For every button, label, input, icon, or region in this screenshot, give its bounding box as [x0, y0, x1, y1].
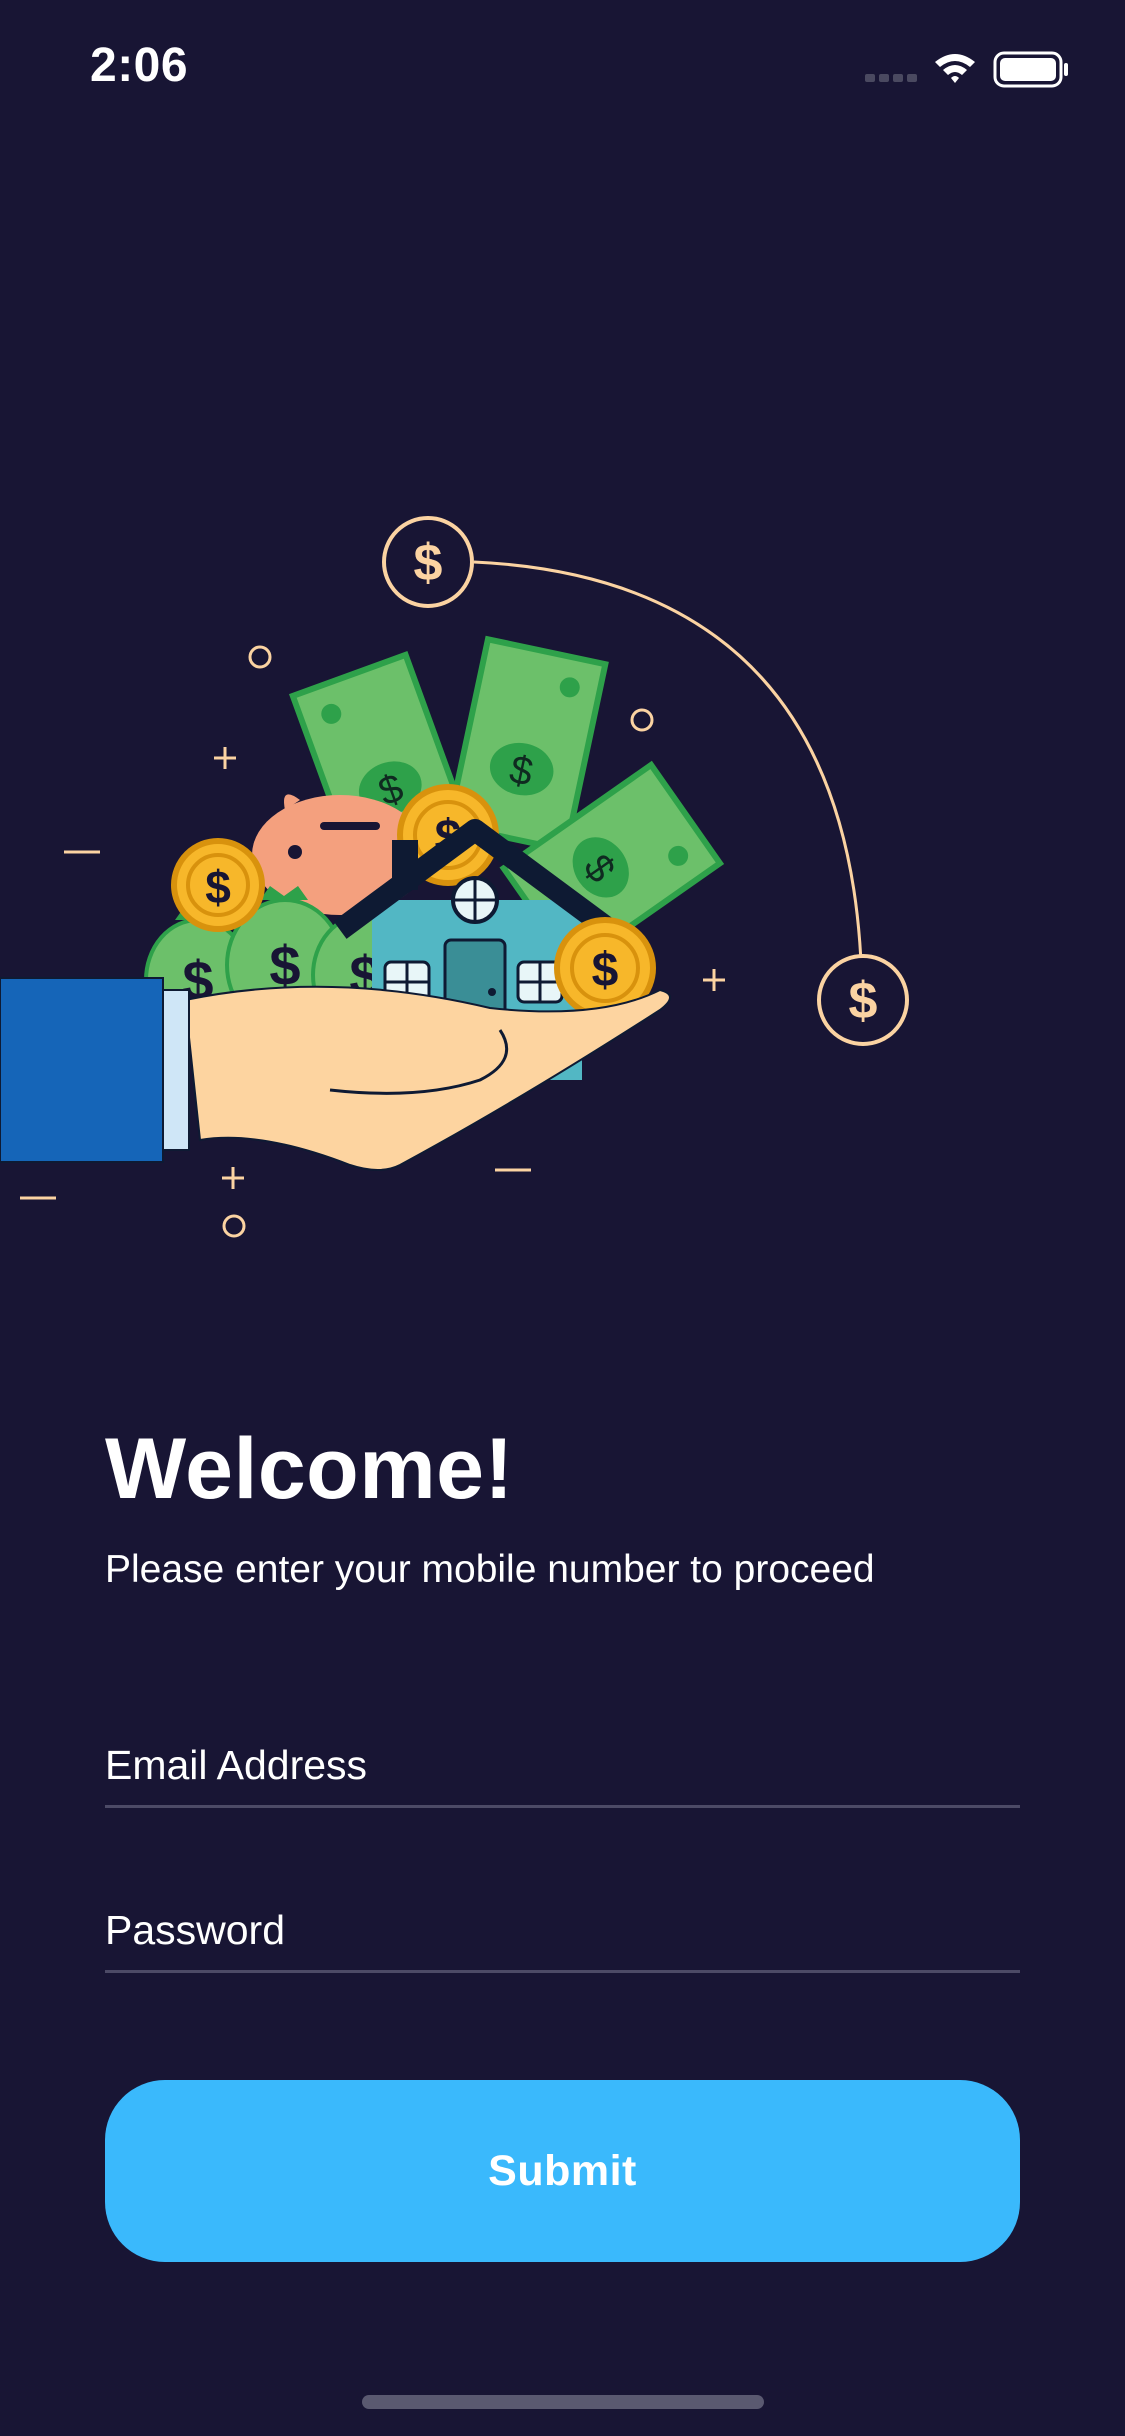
welcome-subtitle: Please enter your mobile number to proce…: [105, 1548, 875, 1591]
svg-text:$: $: [849, 972, 878, 1030]
welcome-title: Welcome!: [105, 1421, 514, 1517]
email-field-container: [105, 1705, 1020, 1808]
password-input[interactable]: [105, 1870, 1020, 1970]
hero-illustration: $ $ $ $ $ $ $ $ $ $ $: [0, 516, 909, 1238]
cellular-icon: [865, 74, 917, 82]
status-time: 2:06: [90, 39, 189, 92]
svg-text:$: $: [414, 534, 443, 592]
password-field-container: [105, 1870, 1020, 1973]
battery-icon: [993, 51, 1068, 88]
email-input[interactable]: [105, 1705, 1020, 1805]
status-bar: 2:06: [0, 0, 1125, 140]
home-indicator[interactable]: [362, 2395, 764, 2409]
status-icons: [865, 51, 1068, 88]
svg-text:$: $: [592, 944, 619, 997]
submit-button[interactable]: Submit: [105, 2080, 1020, 2262]
wifi-icon: [935, 54, 975, 83]
svg-text:$: $: [205, 861, 231, 913]
